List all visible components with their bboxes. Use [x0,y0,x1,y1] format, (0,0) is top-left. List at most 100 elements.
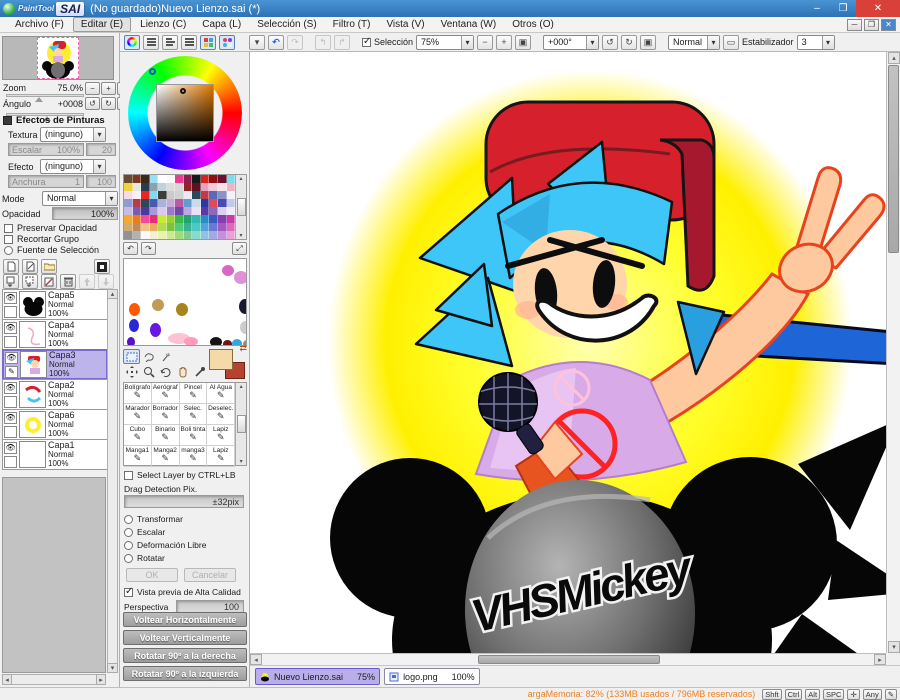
blend-mode-select[interactable]: Normal [668,34,721,50]
swatch[interactable] [183,191,193,199]
rotatar-radio[interactable] [124,553,133,563]
sv-marker[interactable] [180,88,186,94]
prev-selection-button[interactable]: ↰ [315,34,331,50]
efecto-select[interactable]: (ninguno) [40,159,106,174]
swatch[interactable] [158,199,167,207]
menu-editar[interactable]: Editar (E) [72,17,132,32]
swatch[interactable] [124,183,133,191]
swatch[interactable] [124,207,133,215]
visibility-eye-icon[interactable]: 👁 [4,321,17,334]
swatch[interactable] [175,183,184,191]
swatch[interactable] [149,215,159,223]
tool-cell[interactable]: Deselec. [207,404,236,425]
swatch[interactable] [217,199,227,207]
swatch[interactable] [226,191,236,199]
swatch[interactable] [200,231,210,239]
swatch[interactable] [200,223,210,231]
swatch[interactable] [141,183,150,191]
swatch[interactable] [166,191,176,199]
brush-settings-button[interactable]: ▭ [723,34,740,50]
tool-cell[interactable]: Lapiz [207,446,236,467]
menu-archivo[interactable]: Archivo (F) [8,18,71,31]
layer-list-vscrollbar[interactable]: ▴ ▾ [107,289,118,673]
fuente-row[interactable]: Fuente de Selección [0,245,99,255]
swatch[interactable] [175,175,184,183]
hsv-slider-panel-toggle[interactable] [162,34,178,50]
visibility-eye-icon[interactable]: 👁 [4,381,17,394]
swatch[interactable] [166,175,176,183]
undo-button[interactable]: ↶ [268,34,284,50]
swatch[interactable] [226,175,236,183]
swatch[interactable] [200,183,210,191]
voltear-horizontal-button[interactable]: Voltear Horizontalmente [123,612,247,627]
canvas-hscrollbar[interactable]: ◂ ▸ [250,653,886,665]
swatch[interactable] [124,175,133,183]
swatch[interactable] [132,191,142,199]
swatch[interactable] [209,223,218,231]
select-layer-row[interactable]: Select Layer by CTRL+LB [120,470,236,480]
deformacion-row[interactable]: Deformación Libre [120,540,206,550]
menu-vista[interactable]: Vista (V) [379,18,431,31]
swatch[interactable] [132,231,142,239]
visibility-eye-icon[interactable]: 👁 [5,351,18,364]
maximize-button[interactable]: ❐ [830,0,856,17]
swatch[interactable] [217,231,227,239]
transformar-row[interactable]: Transformar [120,514,183,524]
swatch[interactable] [217,183,227,191]
swatch[interactable] [166,215,176,223]
menu-seleccion[interactable]: Selección (S) [250,18,323,31]
layer-row-capa6[interactable]: 👁 Capa6 Normal 100% [2,409,108,440]
tool-cell[interactable]: Lapiz [207,425,236,446]
close-button[interactable]: ✕ [856,0,900,17]
rotate-cw-button[interactable]: ↻ [621,34,638,50]
tool-cell[interactable]: Selec. [179,404,208,425]
mdi-minimize-button[interactable]: ─ [847,18,862,31]
swatch[interactable] [226,231,236,239]
swatch[interactable] [217,215,227,223]
mixer-panel-toggle[interactable] [181,34,197,50]
swatch[interactable] [141,199,150,207]
swatch[interactable] [200,207,210,215]
mdi-restore-button[interactable]: ❐ [864,18,879,31]
swatch[interactable] [166,199,176,207]
redo-button[interactable]: ↷ [287,34,303,50]
swatch[interactable] [217,223,227,231]
swatch[interactable] [183,231,193,239]
swatch[interactable] [183,215,193,223]
magic-wand-tool[interactable] [157,349,174,364]
swatch[interactable] [132,175,142,183]
tab-nuevo-lienzo[interactable]: Nuevo Lienzo.sai 75% [255,668,381,685]
lower-layer-button[interactable] [98,274,114,289]
swatch[interactable] [166,223,176,231]
swatch[interactable] [166,183,176,191]
tool-cell[interactable]: Marador [124,404,152,425]
swatch[interactable] [166,207,176,215]
layer-extra-toggle[interactable] [4,425,17,438]
menu-capa[interactable]: Capa (L) [195,18,248,31]
swatch[interactable] [149,199,159,207]
scratchpad-panel-toggle[interactable] [219,34,235,50]
nav-zoom-out-button[interactable]: − [85,82,100,95]
swatch[interactable] [183,207,193,215]
foreground-color-chip[interactable] [209,349,233,370]
new-linework-layer-button[interactable] [22,259,38,274]
swatch[interactable] [132,223,142,231]
zoom-out-button[interactable]: − [477,34,494,50]
tool-cell[interactable]: Borrador [151,404,180,425]
nav-rotate-cw-button[interactable]: ↻ [101,97,116,110]
zoom-select[interactable]: 75% [416,34,475,50]
swatch[interactable] [217,207,227,215]
swatch[interactable] [149,175,159,183]
tool-cell[interactable]: Pincel [179,383,208,404]
swatch[interactable] [158,175,167,183]
rgb-slider-panel-toggle[interactable] [143,34,159,50]
layer-row-capa2[interactable]: 👁 Capa2 Normal 100% [2,379,108,410]
menu-otros[interactable]: Otros (O) [505,18,561,31]
canvas-viewport[interactable]: VHSMickey [250,52,886,653]
canvas-vscrollbar[interactable]: ▴ ▾ [886,52,900,653]
swatch[interactable] [175,215,184,223]
swatch[interactable] [200,215,210,223]
cancelar-button[interactable]: Cancelar [184,568,236,582]
rotatar-row[interactable]: Rotatar [120,553,165,563]
swatch[interactable] [209,231,218,239]
